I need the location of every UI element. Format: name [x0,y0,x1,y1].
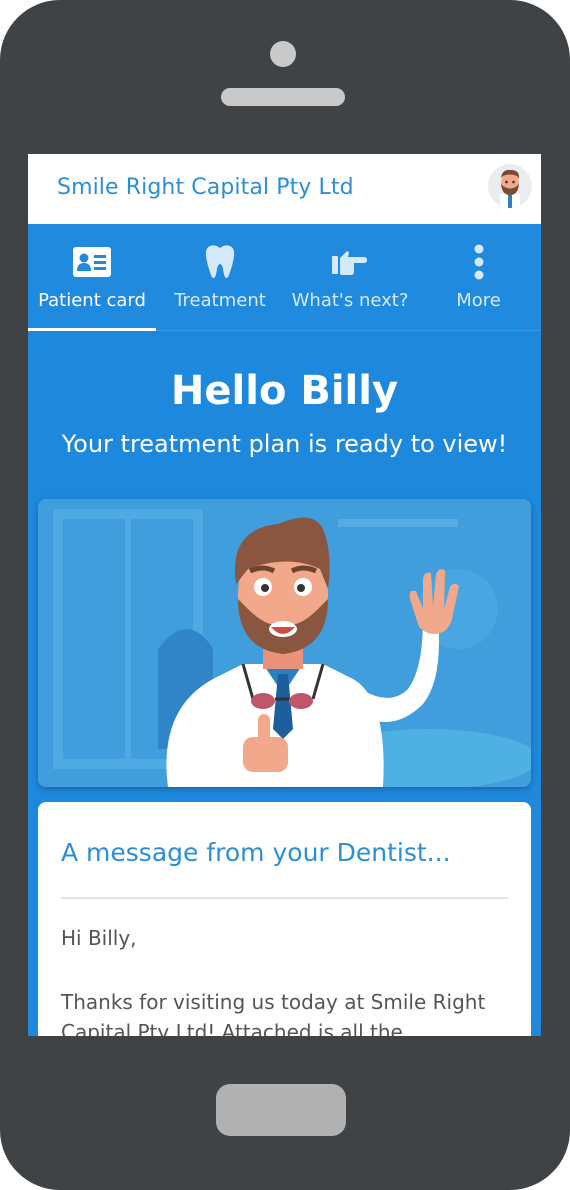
tab-label: Treatment [174,290,266,311]
phone-frame: Smile Right Capital Pty Ltd Patient card… [0,0,570,1190]
dentist-avatar-icon [500,169,520,208]
greeting-subtitle: Your treatment plan is ready to view! [61,430,508,458]
pointing-hand-icon [332,251,367,275]
id-card-icon [73,247,111,277]
dentist-illustration [38,499,531,787]
tab-more[interactable]: More [416,224,541,330]
home-button[interactable] [216,1084,346,1136]
tab-treatment[interactable]: Treatment [156,224,284,330]
message-title: A message from your Dentist... [61,838,451,867]
tab-label: Patient card [38,290,146,311]
tab-bar: Patient card Treatment What's next? More [28,224,541,331]
waving-dentist-illustration [38,499,531,787]
clinic-name: Smile Right Capital Pty Ltd [57,175,354,200]
tab-label: More [456,290,501,311]
tooth-icon [205,245,235,279]
greeting-title: Hello Billy [170,368,399,414]
message-body: Thanks for visiting us today at Smile Ri… [61,990,486,1036]
phone-camera [270,41,296,67]
phone-speaker [221,88,345,106]
tab-patient-card[interactable]: Patient card [28,224,156,331]
tab-whats-next[interactable]: What's next? [284,224,416,330]
avatar[interactable] [488,164,532,208]
more-vertical-icon [474,244,483,280]
active-tab-indicator [28,328,156,331]
message-greeting: Hi Billy, [61,926,137,950]
dentist-message-card: A message from your Dentist... Hi Billy,… [38,802,531,1036]
divider [61,897,508,899]
app-screen: Smile Right Capital Pty Ltd Patient card… [28,154,541,1036]
app-bar: Smile Right Capital Pty Ltd [28,154,541,224]
tab-label: What's next? [291,290,409,311]
